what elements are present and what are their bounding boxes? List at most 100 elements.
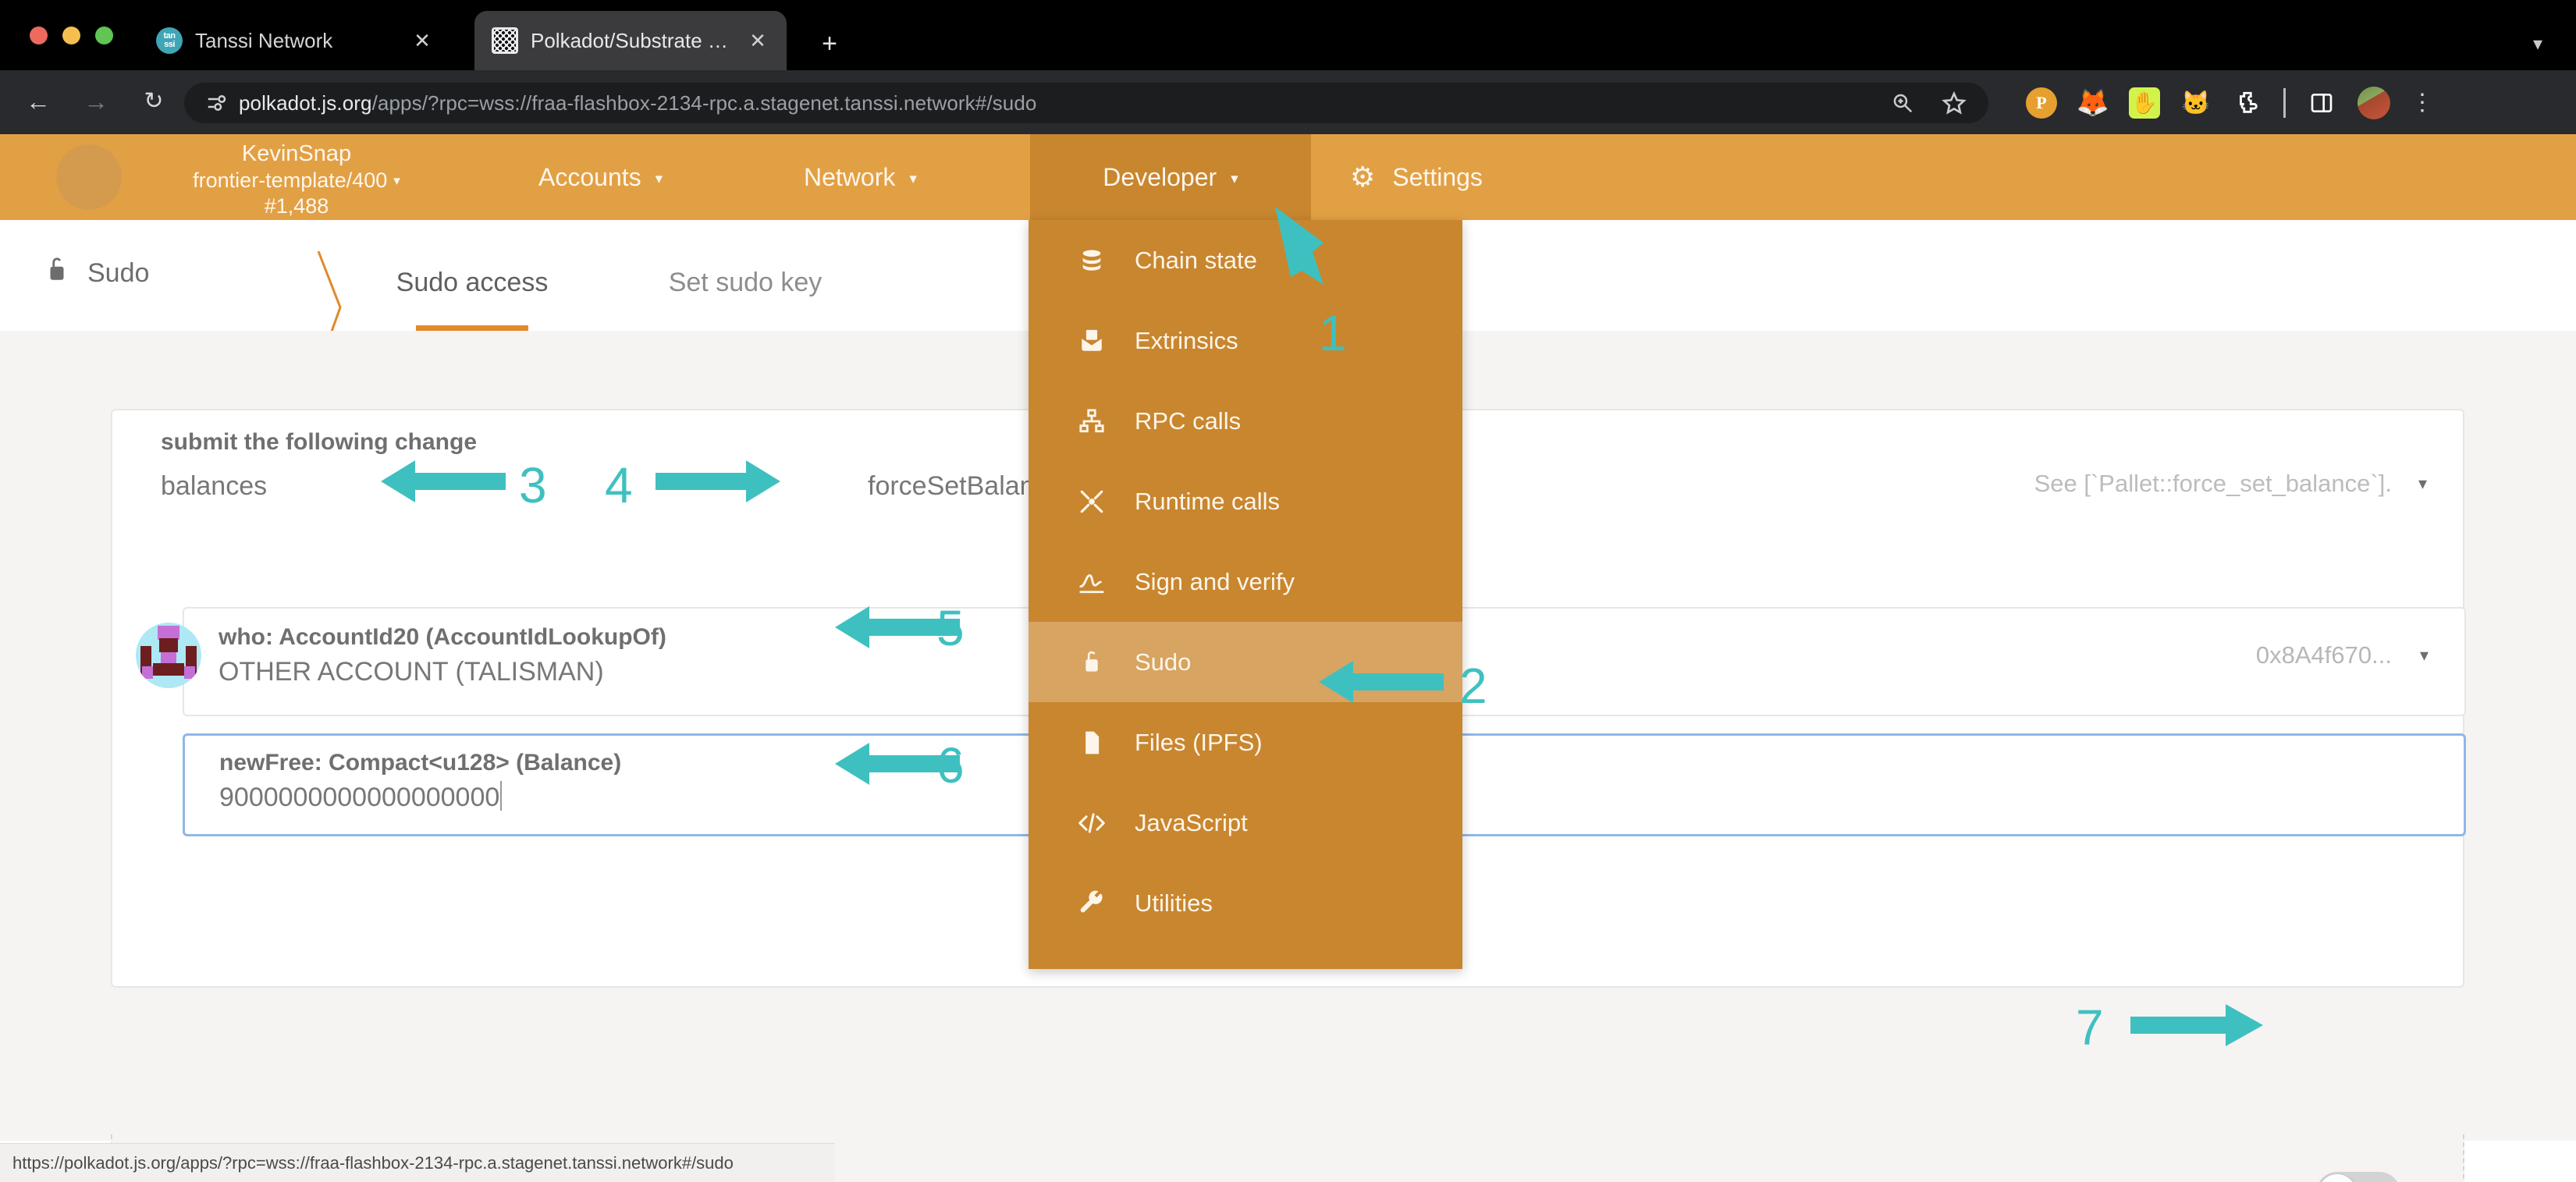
toolbar-divider — [2283, 88, 2286, 118]
annotation-number-3: 3 — [519, 457, 547, 513]
puzzle-extensions-icon[interactable] — [2232, 87, 2263, 119]
talisman-hand-icon[interactable]: ✋ — [2129, 87, 2160, 119]
annotation-arrow-3 — [381, 460, 506, 502]
back-button[interactable]: ← — [22, 86, 55, 119]
close-tab-button[interactable]: ✕ — [746, 29, 769, 53]
nav-network[interactable]: Network ▾ — [780, 134, 940, 220]
window-controls[interactable] — [30, 27, 113, 44]
chevron-down-icon: ▾ — [655, 170, 663, 187]
close-tab-button[interactable]: ✕ — [410, 29, 434, 53]
menu-item-label: Files (IPFS) — [1135, 728, 1263, 756]
annotation-number-6: 6 — [936, 737, 965, 793]
minimize-window-button[interactable] — [62, 27, 80, 44]
annotation-arrow-1 — [1275, 207, 1324, 285]
tab-search-icon[interactable]: ▾ — [2518, 27, 2557, 62]
polkadot-js-extension-icon[interactable]: P — [2026, 87, 2057, 119]
close-window-button[interactable] — [30, 27, 48, 44]
developer-menu-item-javascript[interactable]: JavaScript — [1029, 783, 1462, 863]
code-icon — [1074, 810, 1110, 836]
weight-override-control[interactable]: with weight override — [2063, 1172, 2400, 1182]
url-text: polkadot.js.org/apps/?rpc=wss://fraa-fla… — [233, 91, 1036, 115]
tab-title: Polkadot/Substrate Portal — [531, 28, 734, 52]
envelope-icon — [1074, 328, 1110, 354]
chevron-down-icon: ▾ — [909, 170, 917, 187]
tanssi-logo-icon: tan ssi — [156, 27, 183, 54]
zoom-in-icon[interactable] — [1888, 89, 1917, 117]
who-label: who: AccountId20 (AccountIdLookupOf) — [219, 624, 666, 650]
gear-icon: ⚙ — [1350, 161, 1376, 193]
menu-item-label: RPC calls — [1135, 406, 1242, 435]
toggle-knob — [2318, 1174, 2356, 1182]
url-path: /apps/?rpc=wss://fraa-flashbox-2134-rpc.… — [371, 91, 1037, 115]
developer-menu-item-extrinsics[interactable]: Extrinsics — [1029, 300, 1462, 381]
screen: tan ssi Tanssi Network ✕ Polkadot/Substra… — [0, 0, 2576, 1182]
menu-item-label: Extrinsics — [1135, 326, 1238, 354]
tab-strip: tan ssi Tanssi Network ✕ Polkadot/Substra… — [0, 6, 2576, 70]
new-free-value: 9000000000000000000 — [219, 781, 503, 813]
submit-change-label: submit the following change — [161, 429, 477, 455]
nav-network-label: Network — [804, 162, 896, 191]
profile-avatar[interactable] — [2357, 87, 2390, 119]
account-avatar — [56, 144, 122, 210]
subwallet-icon[interactable]: 🐱 — [2180, 87, 2212, 119]
browser-tab-tanssi[interactable]: tan ssi Tanssi Network ✕ — [139, 11, 451, 70]
unlock-icon — [44, 254, 70, 293]
developer-menu-item-rpc-calls[interactable]: RPC calls — [1029, 381, 1462, 461]
site-settings-icon[interactable] — [201, 87, 233, 119]
developer-menu-item-runtime-calls[interactable]: Runtime calls — [1029, 461, 1462, 541]
who-address[interactable]: 0x8A4f670... ▾ — [2256, 641, 2429, 669]
annotation-arrow-4 — [656, 460, 780, 502]
chevron-down-icon: ▾ — [1231, 170, 1238, 187]
account-name: KevinSnap — [241, 141, 352, 166]
metamask-fox-icon[interactable]: 🦊 — [2077, 87, 2109, 119]
breadcrumb-label: Sudo — [87, 258, 150, 288]
kebab-menu-icon[interactable]: ⋮ — [2411, 91, 2434, 115]
annotation-arrow-7 — [2130, 1004, 2263, 1046]
star-icon[interactable] — [1940, 89, 1968, 117]
reload-button[interactable]: ↻ — [137, 86, 170, 119]
account-identicon — [136, 623, 201, 688]
annotation-number-4: 4 — [605, 457, 633, 513]
chevron-down-icon: ▾ — [2418, 474, 2427, 493]
account-chain-selector[interactable]: KevinSnap frontier-template/400 ▾ #1,488 — [144, 140, 449, 219]
maximize-window-button[interactable] — [95, 27, 113, 44]
signature-icon — [1074, 569, 1110, 595]
forward-button[interactable]: → — [80, 86, 112, 119]
weight-override-toggle[interactable] — [2316, 1172, 2400, 1182]
wrench-icon — [1074, 890, 1110, 917]
address-bar[interactable]: polkadot.js.org/apps/?rpc=wss://fraa-fla… — [184, 83, 1988, 123]
new-free-text: 9000000000000000000 — [219, 783, 500, 812]
menu-item-label: Sign and verify — [1135, 567, 1295, 595]
block-number: #1,488 — [264, 194, 329, 218]
tab-sudo-access[interactable]: Sudo access — [375, 220, 570, 331]
developer-menu-item-utilities[interactable]: Utilities — [1029, 863, 1462, 943]
breadcrumb: Sudo — [44, 251, 342, 368]
annotation-number-5: 5 — [936, 600, 965, 656]
pallet-select[interactable]: balances — [161, 471, 267, 502]
nav-accounts-label: Accounts — [538, 162, 641, 191]
url-host: polkadot.js.org — [239, 91, 372, 115]
annotation-number-1: 1 — [1319, 305, 1347, 361]
new-tab-button[interactable]: + — [812, 27, 847, 62]
nav-settings-label: Settings — [1392, 162, 1483, 191]
side-panel-icon[interactable] — [2306, 87, 2337, 119]
text-cursor — [500, 781, 503, 811]
developer-menu-item-sign-and-verify[interactable]: Sign and verify — [1029, 541, 1462, 622]
nav-accounts[interactable]: Accounts ▾ — [515, 134, 686, 220]
developer-menu-button[interactable]: Developer ▾ — [1030, 134, 1311, 220]
developer-menu-item-files-ipfs[interactable]: Files (IPFS) — [1029, 702, 1462, 783]
chevron-down-icon: ▾ — [393, 173, 400, 189]
annotation-arrow-2 — [1319, 661, 1444, 703]
sitemap-icon — [1074, 408, 1110, 435]
chevron-down-icon: ▾ — [2419, 645, 2429, 665]
tab-set-sudo-key[interactable]: Set sudo key — [648, 220, 843, 331]
developer-menu-item-chain-state[interactable]: Chain state — [1029, 220, 1462, 300]
browser-tab-polkadot[interactable]: Polkadot/Substrate Portal ✕ — [474, 11, 787, 70]
menu-item-label: Utilities — [1135, 889, 1213, 917]
method-hint-text: See [`Pallet::force_set_balance`]. — [2034, 470, 2392, 497]
method-hint-select[interactable]: See [`Pallet::force_set_balance`]. ▾ — [2034, 470, 2427, 498]
database-icon — [1074, 247, 1110, 274]
polkadot-dots-icon — [492, 27, 518, 54]
menu-item-label: Sudo — [1135, 648, 1192, 676]
unlock-icon — [1074, 648, 1110, 676]
